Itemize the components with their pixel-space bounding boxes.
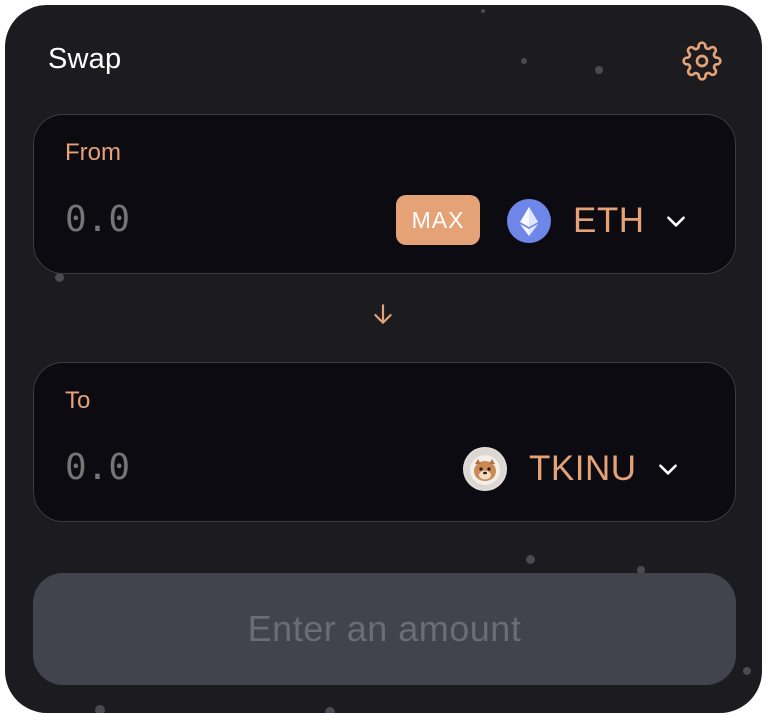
background-dot (55, 273, 64, 282)
background-dot (481, 9, 485, 13)
from-panel: From MAX ETH (33, 114, 736, 274)
from-label: From (65, 139, 121, 166)
from-token-selector[interactable]: ETH (507, 195, 689, 247)
from-amount-input[interactable] (65, 199, 365, 240)
tkinu-token-icon (463, 447, 507, 491)
page-title: Swap (48, 43, 122, 75)
to-amount-input[interactable] (65, 447, 365, 488)
background-dot (743, 667, 751, 675)
to-panel: To TKINU (33, 362, 736, 522)
background-dot (95, 705, 105, 713)
enter-amount-button[interactable]: Enter an amount (33, 573, 736, 685)
to-label: To (65, 387, 91, 414)
background-dot (595, 66, 603, 74)
background-dot (325, 707, 335, 713)
chevron-down-icon (666, 216, 685, 227)
max-button[interactable]: MAX (396, 195, 480, 245)
from-token-symbol: ETH (573, 201, 645, 240)
to-token-selector[interactable]: TKINU (463, 443, 681, 495)
settings-button[interactable] (682, 41, 722, 81)
swap-card: Swap From MAX ETH (5, 5, 762, 713)
gear-icon (682, 41, 722, 81)
to-token-symbol: TKINU (529, 449, 637, 488)
background-dot (526, 555, 535, 564)
ethereum-icon (507, 199, 551, 243)
chevron-down-icon (658, 464, 677, 475)
background-dot (521, 58, 527, 64)
arrow-down-icon[interactable] (370, 301, 396, 327)
